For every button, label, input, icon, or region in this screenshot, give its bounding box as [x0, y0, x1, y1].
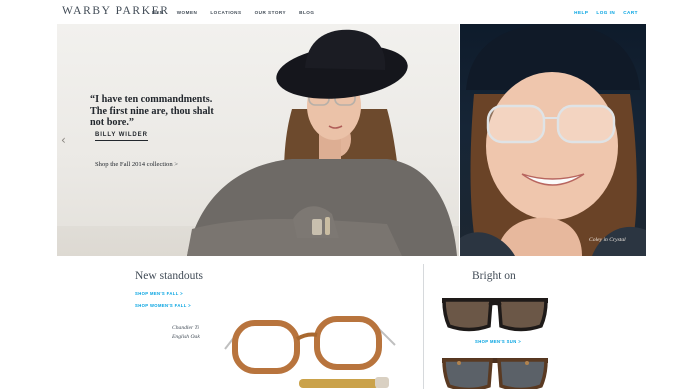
product-color: English Oak: [172, 334, 200, 340]
help-link[interactable]: HELP: [574, 10, 588, 15]
shop-mens-fall-link[interactable]: SHOP MEN'S FALL >: [135, 291, 183, 296]
chandler-glasses-image[interactable]: [224, 316, 396, 389]
sunglasses-image-1[interactable]: [439, 295, 551, 335]
section-divider: [423, 264, 424, 389]
nav-women[interactable]: WOMEN: [177, 10, 198, 15]
shop-mens-sun-link[interactable]: SHOP MEN'S SUN >: [475, 339, 521, 344]
nav-blog[interactable]: BLOG: [299, 10, 314, 15]
hero-portrait[interactable]: [460, 24, 646, 256]
shop-fall-collection-link[interactable]: Shop the Fall 2014 collection >: [95, 161, 178, 168]
site-header: WARBY PARKER MEN WOMEN LOCATIONS OUR STO…: [0, 0, 700, 24]
login-link[interactable]: LOG IN: [596, 10, 615, 15]
product-label: Chandler Ti English Oak: [172, 324, 200, 342]
hero-portrait-photo: [460, 24, 646, 256]
utility-nav: HELP LOG IN CART: [574, 10, 638, 15]
main-nav: MEN WOMEN LOCATIONS OUR STORY BLOG: [152, 10, 314, 15]
bright-on-title: Bright on: [472, 270, 516, 282]
shop-womens-fall-link[interactable]: SHOP WOMEN'S FALL >: [135, 303, 191, 308]
hero-quote-author: BILLY WILDER: [95, 132, 148, 141]
product-name: Chandler Ti: [172, 325, 199, 331]
hero-quote: “I have ten commandments. The first nine…: [90, 94, 214, 128]
model-caption: Coley in Crystal: [589, 237, 626, 243]
cart-link[interactable]: CART: [623, 10, 638, 15]
nav-men[interactable]: MEN: [152, 10, 164, 15]
new-standouts-title: New standouts: [135, 270, 204, 282]
sunglasses-image-2[interactable]: [439, 355, 551, 389]
nav-locations[interactable]: LOCATIONS: [210, 10, 241, 15]
chevron-left-icon[interactable]: ‹: [61, 133, 66, 147]
nav-our-story[interactable]: OUR STORY: [255, 10, 287, 15]
